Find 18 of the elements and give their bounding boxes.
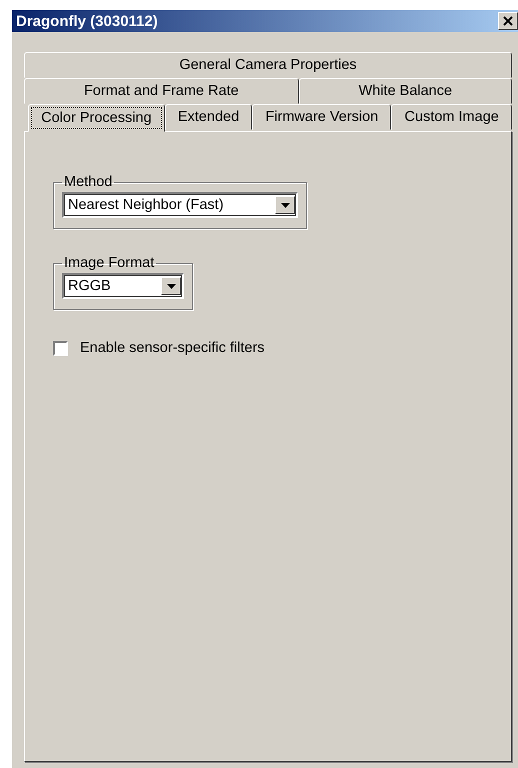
caret-icon: [166, 284, 176, 288]
close-icon: [503, 16, 513, 26]
group-label: Method: [63, 174, 114, 190]
tab[interactable]: General Camera Properties: [24, 52, 512, 78]
tab[interactable]: Extended: [164, 104, 252, 130]
checkbox[interactable]: [53, 340, 68, 356]
tab[interactable]: White Balance: [298, 78, 512, 104]
tab[interactable]: Custom Image: [391, 104, 512, 130]
tab[interactable]: Color Processing: [28, 104, 165, 132]
dropdown[interactable]: RGGB: [62, 273, 184, 299]
window-title: Dragonfly (3030112): [16, 12, 158, 30]
caret-icon: [280, 202, 290, 208]
checkbox-label: Enable sensor-specific filters: [80, 340, 265, 356]
tab[interactable]: Firmware Version: [252, 104, 392, 130]
group-label: Image Format: [63, 255, 156, 271]
close-button[interactable]: [498, 12, 518, 30]
tab[interactable]: Format and Frame Rate: [24, 78, 299, 104]
dropdown[interactable]: Nearest Neighbor (Fast): [62, 192, 298, 218]
